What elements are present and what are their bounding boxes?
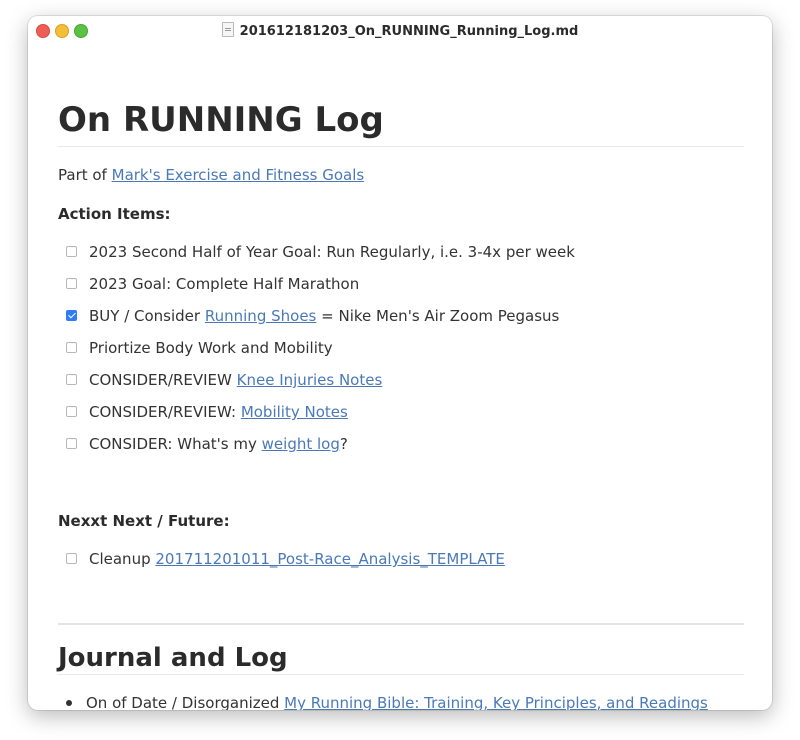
task-item: BUY / Consider Running Shoes = Nike Men'… xyxy=(66,306,559,326)
window-title-text: 201612181203_On_RUNNING_Running_Log.md xyxy=(239,24,579,39)
title-bar[interactable]: 201612181203_On_RUNNING_Running_Log.md xyxy=(28,16,772,44)
app-window: 201612181203_On_RUNNING_Running_Log.md O… xyxy=(28,16,772,710)
task-text: Cleanup xyxy=(89,550,151,568)
task-item: 2023 Goal: Complete Half Marathon xyxy=(66,274,359,294)
task-checkbox-checked[interactable] xyxy=(66,310,77,321)
journal-heading-underline xyxy=(58,674,744,675)
task-item: CONSIDER: What's my weight log? xyxy=(66,434,348,454)
task-item: Priortize Body Work and Mobility xyxy=(66,338,333,358)
knee-injuries-notes-link[interactable]: Knee Injuries Notes xyxy=(237,371,383,389)
action-items-heading: Action Items: xyxy=(58,205,171,223)
markdown-file-icon xyxy=(221,22,234,37)
title-underline xyxy=(58,146,744,147)
task-text: 2023 Second Half of Year Goal: Run Regul… xyxy=(89,243,575,261)
journal-heading: Journal and Log xyxy=(58,643,288,673)
task-checkbox[interactable] xyxy=(66,278,77,289)
page-title: On RUNNING Log xyxy=(58,100,384,140)
task-checkbox[interactable] xyxy=(66,553,77,564)
task-text: CONSIDER: What's my xyxy=(89,435,257,453)
post-race-analysis-template-link[interactable]: 201711201011_Post-Race_Analysis_TEMPLATE xyxy=(155,550,504,568)
list-item: On of Date / Disorganized My Running Bib… xyxy=(66,693,708,710)
bullet-dot xyxy=(66,700,72,706)
task-checkbox[interactable] xyxy=(66,406,77,417)
list-item-text: On of Date / Disorganized xyxy=(86,694,280,710)
task-item: CONSIDER/REVIEW: Mobility Notes xyxy=(66,402,348,422)
task-text: BUY / Consider xyxy=(89,307,201,325)
task-checkbox[interactable] xyxy=(66,374,77,385)
part-of-prefix: Part of xyxy=(58,166,107,184)
task-item: CONSIDER/REVIEW Knee Injuries Notes xyxy=(66,370,382,390)
task-checkbox[interactable] xyxy=(66,342,77,353)
task-text-suffix: = Nike Men's Air Zoom Pegasus xyxy=(321,307,560,325)
window-title: 201612181203_On_RUNNING_Running_Log.md xyxy=(28,22,772,39)
weight-log-link[interactable]: weight log xyxy=(262,435,340,453)
future-heading: Nexxt Next / Future: xyxy=(58,512,230,530)
mobility-notes-link[interactable]: Mobility Notes xyxy=(241,403,348,421)
task-text: 2023 Goal: Complete Half Marathon xyxy=(89,275,360,293)
running-bible-link[interactable]: My Running Bible: Training, Key Principl… xyxy=(284,694,708,710)
task-text: Priortize Body Work and Mobility xyxy=(89,339,333,357)
task-text-suffix: ? xyxy=(339,435,348,453)
task-item: Cleanup 201711201011_Post-Race_Analysis_… xyxy=(66,549,505,569)
section-divider xyxy=(58,623,744,625)
running-shoes-link[interactable]: Running Shoes xyxy=(205,307,316,325)
task-text: CONSIDER/REVIEW xyxy=(89,371,232,389)
task-checkbox[interactable] xyxy=(66,246,77,257)
task-item: 2023 Second Half of Year Goal: Run Regul… xyxy=(66,242,575,262)
part-of-line: Part of Mark's Exercise and Fitness Goal… xyxy=(58,165,364,185)
task-text: CONSIDER/REVIEW: xyxy=(89,403,237,421)
task-checkbox[interactable] xyxy=(66,438,77,449)
fitness-goals-link[interactable]: Mark's Exercise and Fitness Goals xyxy=(112,166,365,184)
